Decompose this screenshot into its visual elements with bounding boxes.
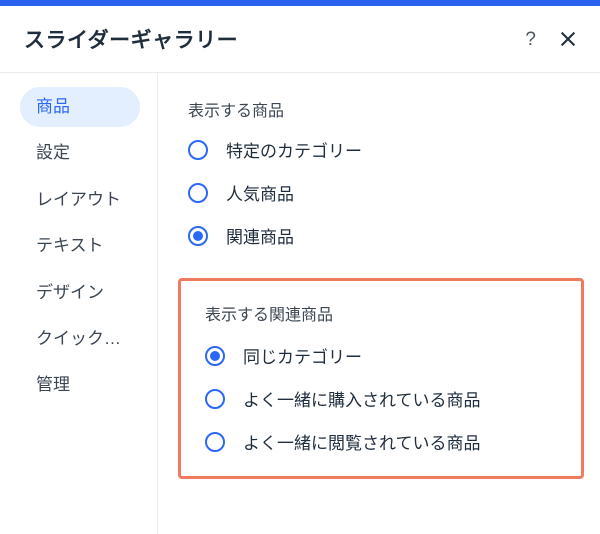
radio-icon bbox=[188, 226, 208, 246]
sidebar-item-settings[interactable]: 設定 bbox=[20, 133, 140, 173]
radio-icon bbox=[188, 183, 208, 203]
sidebar-item-label: レイアウト bbox=[36, 190, 121, 209]
sidebar-item-label: 管理 bbox=[36, 375, 70, 394]
radio-option-popular[interactable]: 人気商品 bbox=[188, 180, 588, 205]
sidebar-item-label: クイックビュー bbox=[36, 329, 140, 348]
radio-group-display-products: 特定のカテゴリー 人気商品 関連商品 bbox=[188, 137, 588, 248]
highlight-box: 表示する関連商品 同じカテゴリー よく一緒に購入されている商品 よく一緒に閲覧さ… bbox=[178, 278, 584, 479]
radio-label: よく一緒に購入されている商品 bbox=[243, 386, 481, 411]
close-icon[interactable] bbox=[560, 31, 576, 47]
radio-label: 特定のカテゴリー bbox=[226, 137, 362, 162]
radio-icon bbox=[188, 140, 208, 160]
sidebar-item-quickview[interactable]: クイックビュー bbox=[20, 319, 140, 359]
sidebar-item-label: 設定 bbox=[36, 143, 70, 162]
help-icon[interactable]: ? bbox=[525, 30, 536, 49]
radio-option-frequently-bought[interactable]: よく一緒に購入されている商品 bbox=[205, 386, 557, 411]
radio-icon bbox=[205, 346, 225, 366]
radio-option-related[interactable]: 関連商品 bbox=[188, 223, 588, 248]
sidebar-item-design[interactable]: デザイン bbox=[20, 273, 140, 313]
sidebar-item-text[interactable]: テキスト bbox=[20, 226, 140, 266]
radio-label: よく一緒に閲覧されている商品 bbox=[243, 429, 481, 454]
content-panel: 表示する商品 特定のカテゴリー 人気商品 関連商品 表示する関連商品 同じカテゴ… bbox=[158, 73, 600, 534]
radio-option-frequently-viewed[interactable]: よく一緒に閲覧されている商品 bbox=[205, 429, 557, 454]
dialog-body: 商品 設定 レイアウト テキスト デザイン クイックビュー 管理 表示する商品 … bbox=[0, 73, 600, 534]
radio-icon bbox=[205, 432, 225, 452]
radio-group-related-products: 同じカテゴリー よく一緒に購入されている商品 よく一緒に閲覧されている商品 bbox=[205, 343, 557, 454]
header-actions: ? bbox=[525, 30, 576, 49]
sidebar-item-products[interactable]: 商品 bbox=[20, 87, 140, 127]
dialog-title: スライダーギャラリー bbox=[24, 24, 238, 54]
sidebar-item-layout[interactable]: レイアウト bbox=[20, 180, 140, 220]
radio-icon bbox=[205, 389, 225, 409]
radio-option-same-category[interactable]: 同じカテゴリー bbox=[205, 343, 557, 368]
radio-label: 人気商品 bbox=[226, 180, 294, 205]
section-label-display-products: 表示する商品 bbox=[188, 97, 588, 121]
radio-label: 同じカテゴリー bbox=[243, 343, 362, 368]
sidebar-item-label: デザイン bbox=[36, 283, 104, 302]
dialog-header: スライダーギャラリー ? bbox=[0, 6, 600, 73]
radio-option-specific-category[interactable]: 特定のカテゴリー bbox=[188, 137, 588, 162]
sidebar-item-label: 商品 bbox=[36, 97, 70, 116]
sidebar-item-manage[interactable]: 管理 bbox=[20, 365, 140, 405]
section-label-related-products: 表示する関連商品 bbox=[205, 301, 557, 325]
sidebar: 商品 設定 レイアウト テキスト デザイン クイックビュー 管理 bbox=[0, 73, 158, 534]
radio-label: 関連商品 bbox=[226, 223, 294, 248]
sidebar-item-label: テキスト bbox=[36, 236, 104, 255]
